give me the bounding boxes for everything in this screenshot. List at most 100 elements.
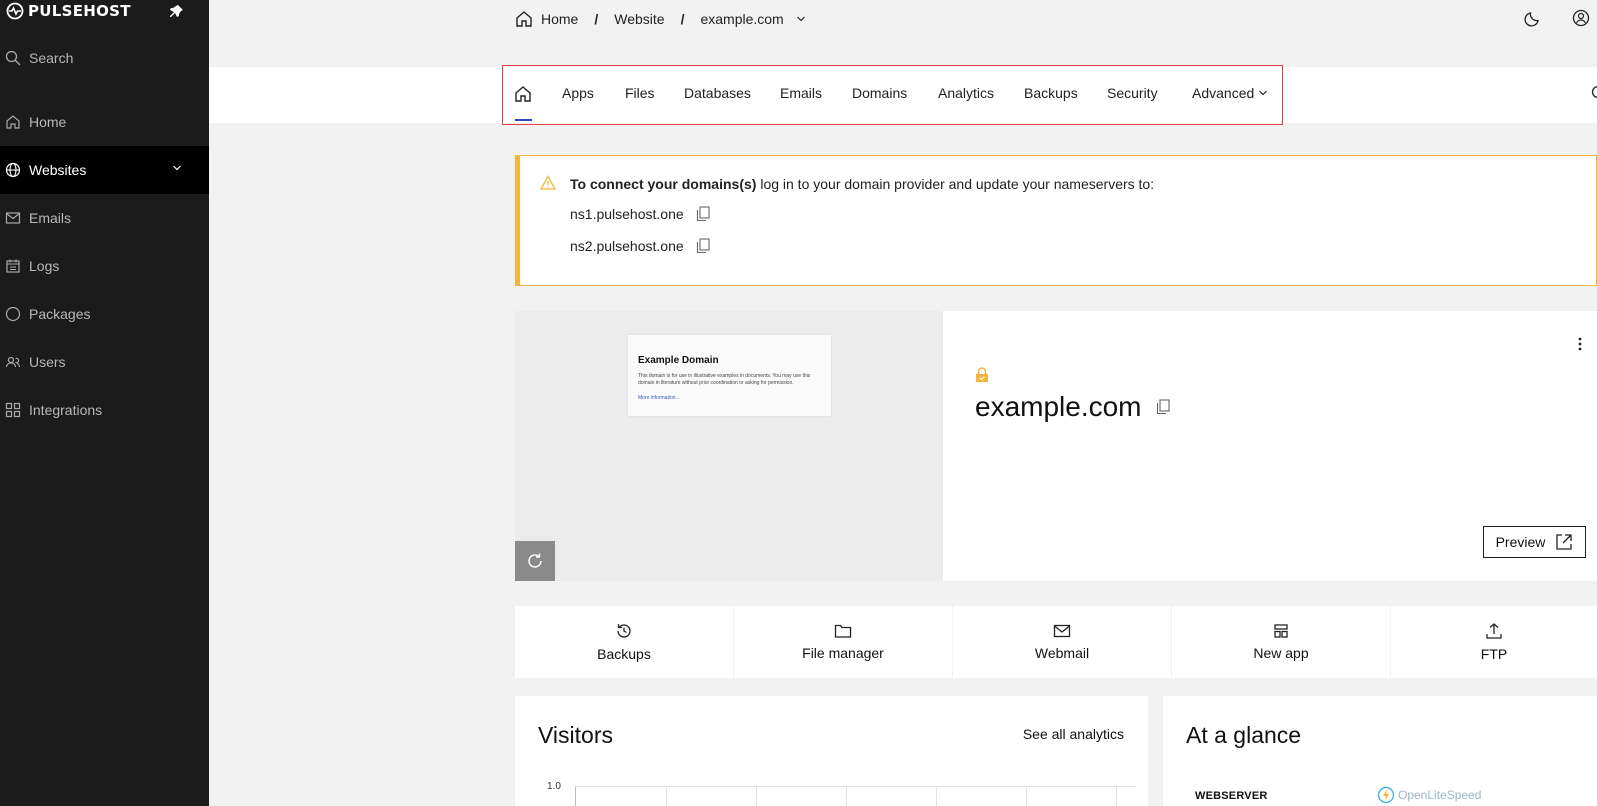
more-options-icon[interactable] — [1578, 337, 1582, 351]
breadcrumb: Home / Website / example.com — [515, 8, 806, 30]
tab-backups[interactable]: Backups — [1024, 85, 1078, 101]
visitors-title: Visitors — [538, 722, 613, 748]
preview-button[interactable]: Preview — [1483, 526, 1586, 558]
dark-mode-toggle[interactable] — [1524, 9, 1542, 27]
calendar-icon — [6, 259, 20, 273]
breadcrumb-website[interactable]: Website — [614, 11, 664, 27]
breadcrumb-current[interactable]: example.com — [700, 11, 783, 27]
quick-action-webmail[interactable]: Webmail — [953, 606, 1171, 678]
copy-icon[interactable] — [696, 238, 710, 254]
globe-icon — [5, 162, 21, 178]
layout-icon — [1274, 624, 1288, 638]
site-overview-card: Example Domain This domain is for use in… — [515, 311, 1597, 581]
quick-action-backups[interactable]: Backups — [515, 606, 733, 678]
pin-icon[interactable] — [170, 4, 184, 18]
quick-action-label: New app — [1253, 645, 1309, 661]
brand-logo[interactable]: PULSEHOST — [6, 2, 131, 20]
tab-apps[interactable]: Apps — [562, 85, 594, 101]
chevron-down-icon[interactable] — [796, 15, 806, 23]
sidebar-item-home[interactable]: Home — [0, 98, 209, 146]
quick-action-new-app[interactable]: New app — [1172, 606, 1390, 678]
sidebar-item-label: Logs — [29, 258, 60, 274]
tab-advanced[interactable]: Advanced — [1192, 85, 1254, 101]
users-icon — [5, 356, 21, 368]
quick-action-label: FTP — [1480, 646, 1508, 662]
quick-action-ftp[interactable]: FTP — [1391, 606, 1597, 678]
mail-icon — [5, 212, 21, 224]
copy-icon[interactable] — [1156, 399, 1170, 415]
lock-icon — [976, 367, 988, 382]
sidebar-item-emails[interactable]: Emails — [0, 194, 209, 242]
sidebar-item-label: Emails — [29, 210, 72, 226]
alert-title-bold: To connect your domains(s) — [570, 176, 757, 192]
home-icon[interactable] — [515, 10, 533, 28]
sidebar-item-users[interactable]: Users — [0, 338, 209, 386]
thumbnail-link: More information... — [638, 395, 680, 401]
tab-home[interactable] — [514, 85, 532, 103]
active-tab-indicator — [515, 119, 532, 121]
tab-emails[interactable]: Emails — [780, 85, 822, 101]
quick-action-label: File manager — [802, 645, 884, 661]
alert-title: To connect your domains(s) log in to you… — [570, 176, 1154, 192]
see-all-analytics-link[interactable]: See all analytics — [1023, 726, 1124, 742]
nameserver-2: ns2.pulsehost.one — [570, 238, 684, 254]
tab-domains[interactable]: Domains — [852, 85, 907, 101]
preview-button-label: Preview — [1495, 534, 1546, 550]
copy-icon[interactable] — [696, 206, 710, 222]
thumbnail-title: Example Domain — [638, 355, 719, 366]
user-avatar-icon — [1572, 9, 1590, 27]
grid-icon — [5, 402, 21, 418]
nameserver-row: ns1.pulsehost.one — [570, 206, 710, 222]
site-domain: example.com — [975, 391, 1170, 423]
site-domain-text: example.com — [975, 391, 1142, 422]
sidebar-search-label: Search — [29, 50, 74, 66]
visitors-card: Visitors See all analytics 1.0 — [515, 696, 1148, 806]
home-icon — [515, 86, 531, 102]
warning-icon — [540, 175, 556, 190]
pulse-logo-icon — [6, 2, 24, 20]
search-icon — [5, 50, 21, 66]
at-a-glance-card: At a glance WEBSERVER OpenLiteSpeed — [1163, 696, 1597, 806]
chevron-down-icon[interactable] — [1258, 89, 1268, 97]
sidebar-item-packages[interactable]: Packages — [0, 290, 209, 338]
chevron-down-icon — [173, 165, 181, 171]
sidebar-item-label: Users — [29, 354, 66, 370]
webserver-name: OpenLiteSpeed — [1398, 788, 1482, 802]
nameserver-1: ns1.pulsehost.one — [570, 206, 684, 222]
home-icon — [6, 115, 20, 129]
external-link-icon — [1556, 534, 1573, 550]
webserver-value: OpenLiteSpeed — [1377, 786, 1481, 804]
sidebar-item-logs[interactable]: Logs — [0, 242, 209, 290]
upload-icon — [1486, 623, 1502, 639]
breadcrumb-home[interactable]: Home — [541, 11, 578, 27]
nameserver-row: ns2.pulsehost.one — [570, 238, 710, 254]
alert-title-rest: log in to your domain provider and updat… — [756, 176, 1155, 192]
circle-icon — [5, 306, 21, 322]
quick-action-label: Webmail — [1034, 645, 1090, 661]
refresh-thumbnail-button[interactable] — [515, 541, 555, 581]
quick-action-label: Backups — [597, 646, 651, 662]
sidebar-item-label: Home — [29, 114, 67, 130]
sidebar-item-integrations[interactable]: Integrations — [0, 386, 209, 434]
site-thumbnail-area: Example Domain This domain is for use in… — [515, 311, 943, 581]
site-thumbnail[interactable]: Example Domain This domain is for use in… — [628, 335, 831, 416]
sidebar-item-label: Packages — [29, 306, 91, 322]
y-axis-tick: 1.0 — [547, 781, 561, 792]
tab-security[interactable]: Security — [1107, 85, 1158, 101]
tab-databases[interactable]: Databases — [684, 85, 751, 101]
folder-icon — [834, 624, 852, 638]
sidebar-search[interactable]: Search — [0, 34, 209, 82]
tab-search-button[interactable] — [1590, 85, 1597, 101]
moon-icon — [1524, 12, 1539, 27]
tab-analytics[interactable]: Analytics — [938, 85, 994, 101]
sidebar-item-websites[interactable]: Websites — [0, 146, 209, 194]
quick-action-file-manager[interactable]: File manager — [734, 606, 952, 678]
breadcrumb-separator: / — [594, 11, 599, 27]
mail-icon — [1053, 624, 1071, 638]
tab-files[interactable]: Files — [625, 85, 655, 101]
history-icon — [617, 624, 631, 638]
refresh-icon — [528, 553, 542, 568]
visitors-chart — [575, 786, 1135, 806]
brand-name: PULSEHOST — [28, 2, 131, 20]
user-menu-button[interactable] — [1572, 9, 1590, 27]
